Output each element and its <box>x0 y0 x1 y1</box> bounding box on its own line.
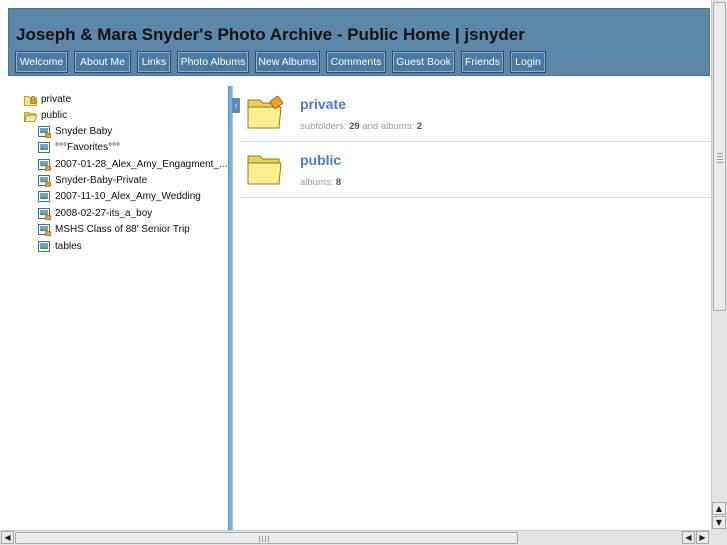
folder-locked-icon <box>24 96 37 106</box>
tree-item-label: tables <box>55 241 82 252</box>
album-icon <box>38 191 50 202</box>
tree-item-label: private <box>41 94 72 105</box>
page-title: Joseph & Mara Snyder's Photo Archive - P… <box>16 25 525 44</box>
subfolder-count: 29 <box>349 121 360 132</box>
tree-item-label: 2007-11-10_Alex_Amy_Wedding <box>55 191 201 202</box>
scroll-right-button[interactable]: ▶ <box>696 531 709 544</box>
folder-locked-icon <box>247 95 283 129</box>
nav-new-albums-button[interactable]: New Albums <box>255 51 320 73</box>
nav-friends-button[interactable]: Friends <box>461 51 504 73</box>
site-header: Joseph & Mara Snyder's Photo Archive - P… <box>8 8 710 76</box>
album-count: 8 <box>335 177 342 188</box>
nav-about-me-button[interactable]: About Me <box>74 51 131 73</box>
album-locked-icon <box>38 159 51 171</box>
album-meta: subfolders: 29 and albums: 2 <box>300 121 422 132</box>
tree-item-label: 2008-02-27-its_a_boy <box>55 208 153 219</box>
vertical-scroll-thumb[interactable] <box>713 2 726 311</box>
tree-item-label: 2007-01-28_Alex_Amy_Engagment_... <box>55 159 228 170</box>
nav-login-button[interactable]: Login <box>510 51 546 73</box>
tree-item-label: Snyder-Baby-Private <box>55 175 148 186</box>
album-title-link[interactable]: public <box>300 152 341 168</box>
album-locked-icon <box>38 175 51 187</box>
album-list: private subfolders: 29 and albums: 2 pub… <box>241 86 711 530</box>
album-icon <box>38 142 50 153</box>
horizontal-scroll-thumb[interactable] <box>15 532 518 544</box>
folder-icon <box>247 155 282 185</box>
album-title-link[interactable]: private <box>300 96 346 112</box>
browser-viewport: Joseph & Mara Snyder's Photo Archive - P… <box>0 0 727 545</box>
album-locked-icon <box>38 224 51 236</box>
collapse-tree-button[interactable]: ‹ <box>232 98 240 113</box>
album-row-public[interactable]: public albums: 8 <box>241 142 711 198</box>
album-locked-icon <box>38 208 51 220</box>
album-row-private[interactable]: private subfolders: 29 and albums: 2 <box>241 86 711 142</box>
meta-label: subfolders: <box>300 121 347 132</box>
meta-label: albums: <box>300 177 334 188</box>
folder-open-icon <box>24 112 37 122</box>
scrollbar-corner <box>711 530 727 545</box>
pane-splitter[interactable] <box>228 86 233 530</box>
tree-item-label: °°°Favorites°°° <box>55 142 121 153</box>
nav-guest-book-button[interactable]: Guest Book <box>392 51 455 73</box>
meta-label: and albums: <box>362 121 415 132</box>
nav-welcome-button[interactable]: Welcome <box>15 51 68 73</box>
album-icon <box>38 241 50 252</box>
tree-item-label: Snyder Baby <box>55 126 113 137</box>
album-tree: private public Snyder Baby °°°Favorites°… <box>8 86 228 530</box>
album-meta: albums: 8 <box>300 177 341 188</box>
scroll-left-button[interactable]: ◀ <box>1 531 14 544</box>
nav-photo-albums-button[interactable]: Photo Albums <box>177 51 249 73</box>
album-locked-icon <box>38 126 51 138</box>
scroll-left-button-alt[interactable]: ◀ <box>682 531 695 544</box>
nav-comments-button[interactable]: Comments <box>326 51 386 73</box>
scroll-up-button[interactable]: ▲ <box>712 502 726 515</box>
album-count: 2 <box>416 121 423 132</box>
scroll-down-button[interactable]: ▼ <box>712 516 726 529</box>
tree-item-label: MSHS Class of 88' Senior Trip <box>55 224 190 235</box>
tree-item-label: public <box>41 110 68 121</box>
nav-links-button[interactable]: Links <box>137 51 171 73</box>
